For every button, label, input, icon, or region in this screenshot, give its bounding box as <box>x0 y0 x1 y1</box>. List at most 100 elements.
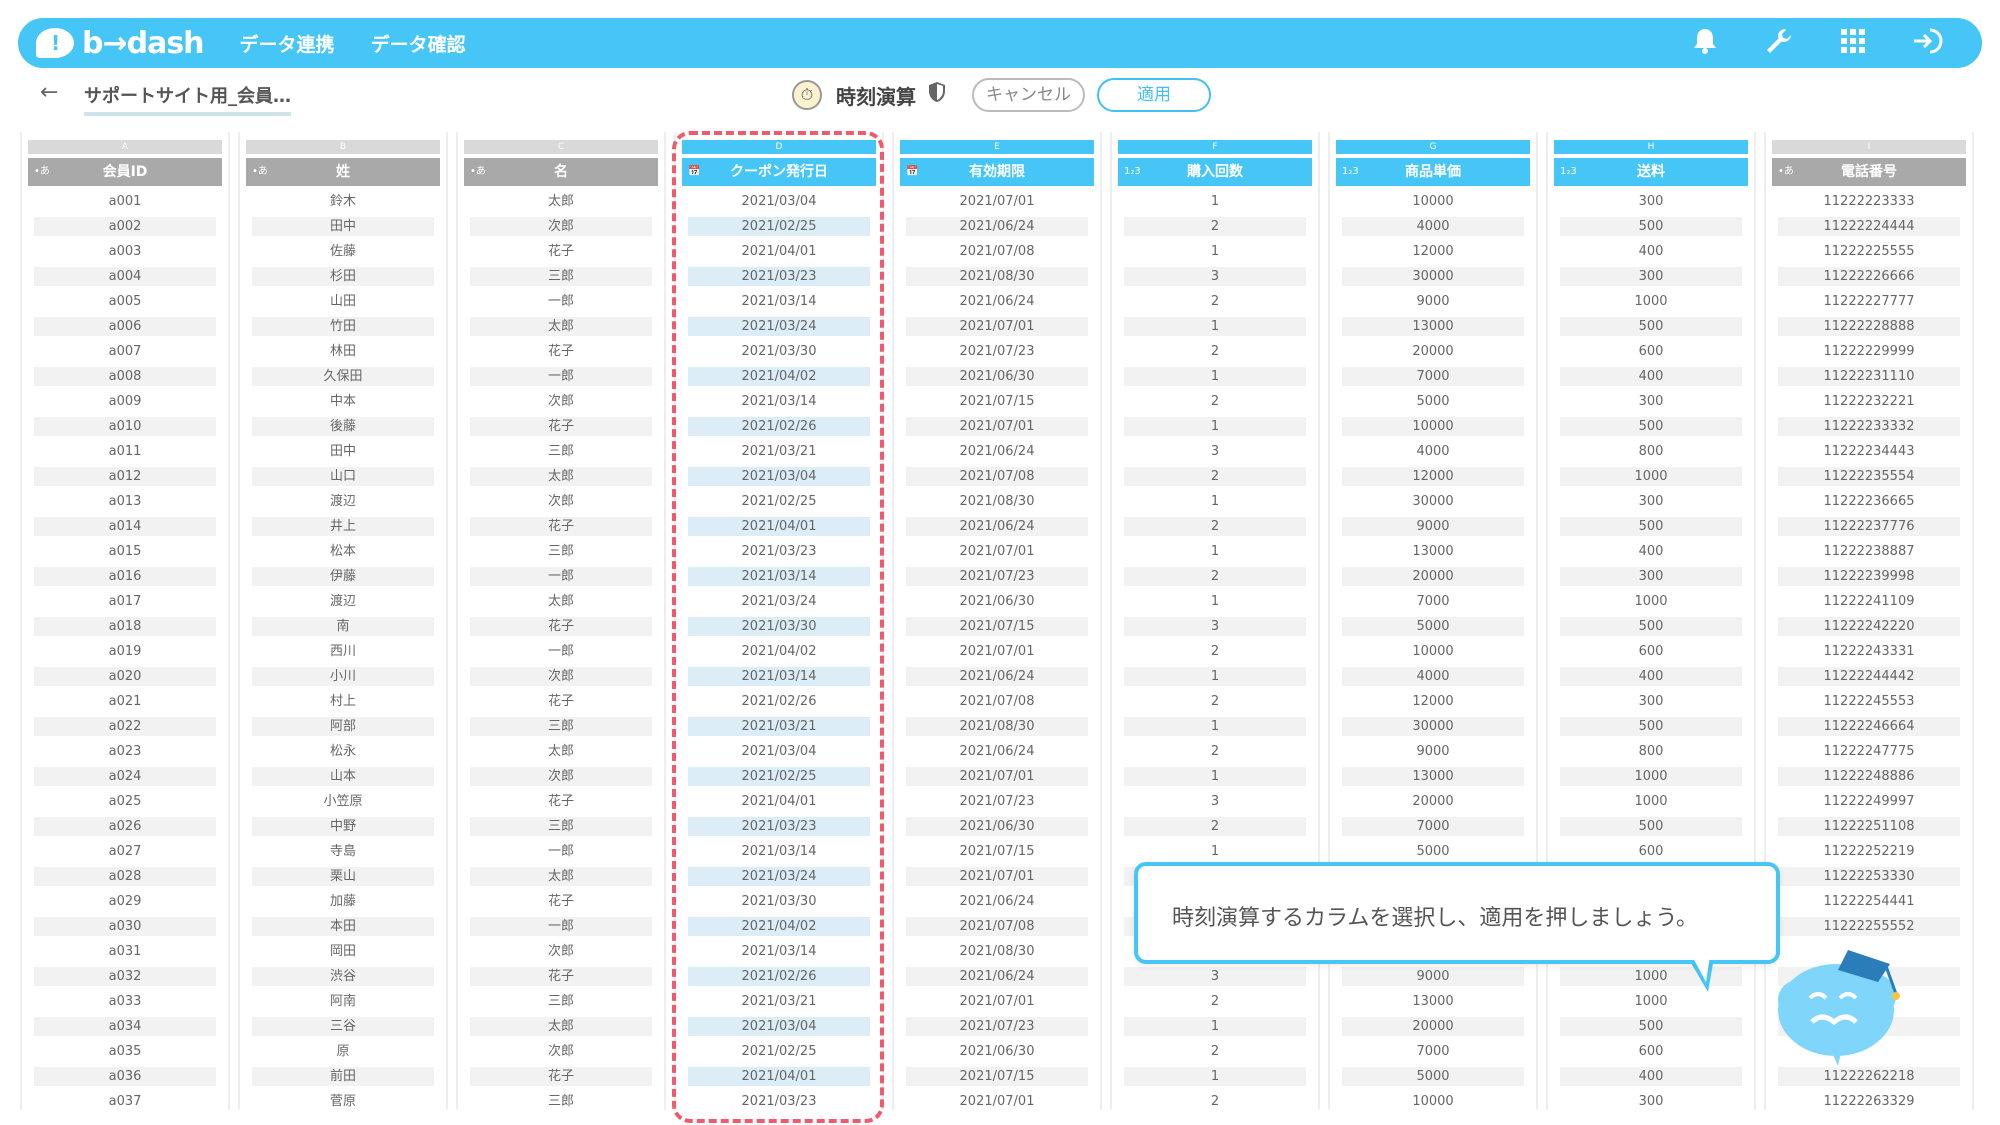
column-header[interactable]: •あ 姓 <box>246 158 440 186</box>
number-type-icon: 1₂3 <box>1342 166 1359 177</box>
table-cell: 11222231110 <box>1778 367 1960 386</box>
table-cell: 鈴木 <box>329 194 356 209</box>
table-cell: 花子 <box>470 967 652 986</box>
table-cell: 2021/02/25 <box>741 1044 817 1059</box>
cancel-button[interactable]: キャンセル <box>972 78 1085 112</box>
column-header-label: 有効期限 <box>969 164 1025 180</box>
table-cell: 次郎 <box>547 1044 574 1059</box>
table-cell: 花子 <box>470 517 652 536</box>
table-cell: 太郎 <box>470 467 652 486</box>
table-cell: 中野 <box>252 817 434 836</box>
table-cell: 1 <box>1210 544 1220 559</box>
table-cell: 太郎 <box>547 744 574 759</box>
nav-link-data-integration[interactable]: データ連携 <box>240 30 335 57</box>
table-cell: 三谷 <box>252 1017 434 1036</box>
table-column-a[interactable]: A •あ 会員ID a001 a002 a003 a004 a005 a006 a007 a008 a… <box>20 132 230 1110</box>
column-letter[interactable]: F <box>1118 140 1312 154</box>
operation-title: 時刻演算 <box>836 84 916 109</box>
table-cell: 30000 <box>1342 267 1524 286</box>
table-cell: 600 <box>1638 644 1664 659</box>
table-cell: 1000 <box>1634 294 1668 309</box>
wrench-icon[interactable] <box>1764 27 1794 60</box>
table-cell: 2021/03/14 <box>688 667 870 686</box>
nav-link-data-check[interactable]: データ確認 <box>371 30 466 57</box>
table-cell: 400 <box>1560 1067 1742 1086</box>
table-column-c[interactable]: C •あ名太郎 次郎 花子 三郎 一郎 太郎 花子 一郎 次郎 花子 三郎 太郎 次郎 花子 三郎 一郎 太郎 花子… <box>456 132 666 1110</box>
breadcrumb[interactable]: サポートサイト用_会員… <box>84 82 291 116</box>
table-cell: 2021/07/15 <box>906 617 1088 636</box>
column-header[interactable]: •あ 名 <box>464 158 658 186</box>
table-cell: 2021/03/14 <box>688 567 870 586</box>
table-cell: 9000 <box>1342 517 1524 536</box>
table-cell: 1000 <box>1560 467 1742 486</box>
table-cell: 12000 <box>1342 467 1524 486</box>
table-cell: 2021/07/01 <box>906 767 1088 786</box>
column-header[interactable]: 📅 有効期限 <box>900 158 1094 186</box>
table-cell: 5000 <box>1416 394 1450 409</box>
table-cell: a036 <box>34 1067 216 1086</box>
bell-icon[interactable] <box>1690 27 1720 60</box>
apply-button[interactable]: 適用 <box>1097 78 1211 112</box>
table-cell: 11222238887 <box>1823 544 1915 559</box>
table-column-b[interactable]: B •あ姓鈴木 田中 佐藤 杉田 山田 竹田 林田 久保田 中本 後藤 田中 山口 渡辺 井上 松本 伊藤 渡辺南… <box>238 132 448 1110</box>
table-cell: 2021/07/01 <box>906 317 1088 336</box>
logout-icon[interactable] <box>1912 27 1943 60</box>
back-arrow-icon[interactable]: ← <box>40 80 58 105</box>
table-cell: 2021/04/01 <box>688 1067 870 1086</box>
column-letter[interactable]: H <box>1554 140 1748 154</box>
table-cell: a034 <box>34 1017 216 1036</box>
table-cell: 寺島 <box>329 844 356 859</box>
column-header-label: 電話番号 <box>1841 164 1897 180</box>
table-cell: a030 <box>34 917 216 936</box>
table-cell: 2021/07/15 <box>959 844 1035 859</box>
table-cell: a029 <box>108 894 142 909</box>
grid-icon[interactable] <box>1838 28 1868 58</box>
column-letter[interactable]: C <box>464 140 658 154</box>
table-cell: 11222234443 <box>1823 444 1915 459</box>
table-cell: 3 <box>1210 794 1220 809</box>
table-cell: 2021/04/01 <box>741 794 817 809</box>
table-cell: 300 <box>1560 567 1742 586</box>
table-cell: 500 <box>1560 317 1742 336</box>
table-cell: 阿部 <box>252 717 434 736</box>
table-cell: a016 <box>34 567 216 586</box>
column-header[interactable]: 1₂3 送料 <box>1554 158 1748 186</box>
column-letter[interactable]: I <box>1772 140 1966 154</box>
table-cell: 2021/07/01 <box>906 867 1088 886</box>
table-cell: 太郎 <box>470 867 652 886</box>
column-header-label: 姓 <box>336 164 350 180</box>
table-cell: 11222233332 <box>1778 417 1960 436</box>
table-cell: 7000 <box>1416 1044 1450 1059</box>
table-cell: 1 <box>1210 244 1220 259</box>
table-cell: 400 <box>1560 367 1742 386</box>
table-cell: 岡田 <box>329 944 356 959</box>
table-cell: 2021/03/23 <box>741 544 817 559</box>
table-cell: a002 <box>34 217 216 236</box>
column-header[interactable]: 1₂3 購入回数 <box>1118 158 1312 186</box>
column-header[interactable]: •あ 会員ID <box>28 158 222 186</box>
bdash-logo[interactable]: ! b→dash <box>36 26 205 61</box>
column-letter[interactable]: G <box>1336 140 1530 154</box>
table-cell: 花子 <box>547 894 574 909</box>
table-cell: a010 <box>34 417 216 436</box>
table-cell: a004 <box>34 267 216 286</box>
table-cell: a008 <box>34 367 216 386</box>
column-letter[interactable]: B <box>246 140 440 154</box>
column-header[interactable]: 1₂3 商品単価 <box>1336 158 1530 186</box>
column-letter[interactable]: D <box>682 140 876 154</box>
column-header[interactable]: •あ 電話番号 <box>1772 158 1966 186</box>
table-cell: a014 <box>34 517 216 536</box>
table-cell: 300 <box>1638 494 1664 509</box>
shield-icon[interactable] <box>928 81 946 109</box>
table-cell: a013 <box>108 494 142 509</box>
column-header[interactable]: 📅 クーポン発行日 <box>682 158 876 186</box>
table-cell: a015 <box>108 544 142 559</box>
nav-right-icons <box>1690 18 1943 68</box>
column-letter[interactable]: A <box>28 140 222 154</box>
table-cell: 2021/03/24 <box>741 594 817 609</box>
table-cell: 小笠原 <box>323 794 363 809</box>
table-cell: 2 <box>1210 644 1220 659</box>
column-letter[interactable]: E <box>900 140 1094 154</box>
table-column-d[interactable]: D 📅 クーポン発行日 2021/03/04 2021/02/25 2021/04/01 2… <box>674 132 884 1110</box>
table-column-e[interactable]: E 📅 有効期限 2021/07/01 2021/06/24 2021/07/08 2021… <box>892 132 1102 1110</box>
